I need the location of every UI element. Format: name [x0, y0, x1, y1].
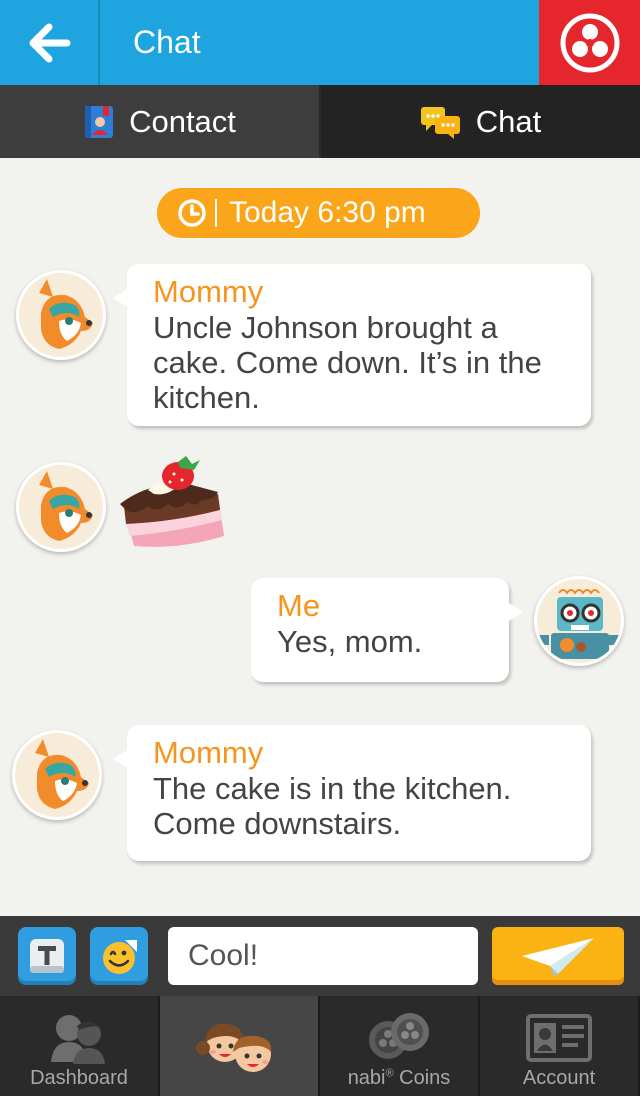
- nav-coins-label: nabi® Coins: [348, 1067, 451, 1090]
- arrow-left-icon: [29, 23, 71, 62]
- nav-dashboard[interactable]: Dashboard: [0, 996, 160, 1096]
- contact-book-icon: [85, 105, 114, 138]
- clock-icon: [178, 199, 206, 227]
- sender-name: Mommy: [153, 735, 264, 770]
- cake-slice-sticker[interactable]: [118, 454, 230, 554]
- deer-avatar[interactable]: [12, 730, 102, 820]
- tab-chat[interactable]: Chat: [321, 85, 640, 158]
- coins-icon: [369, 1013, 429, 1059]
- timestamp-badge: Today 6:30 pm: [157, 188, 480, 238]
- send-button[interactable]: [492, 927, 624, 985]
- tab-chat-label: Chat: [475, 103, 542, 139]
- nav-dashboard-label: Dashboard: [30, 1067, 128, 1089]
- keyboard-t-icon: [30, 939, 64, 973]
- message-text: Yes, mom.: [277, 624, 423, 659]
- message-text: The cake is in the kitchen. Come downsta…: [153, 771, 512, 841]
- sender-name: Me: [277, 588, 321, 623]
- deer-avatar[interactable]: [16, 462, 106, 552]
- kids-icon: [196, 1023, 272, 1072]
- nav-nabi-coins[interactable]: nabi® Coins: [320, 996, 480, 1096]
- keyboard-button[interactable]: [18, 927, 76, 985]
- message-bubble[interactable]: Mommy Uncle Johnson brought a cake. Come…: [113, 264, 591, 426]
- robot-avatar[interactable]: [534, 576, 624, 666]
- emoji-sticker-icon: [103, 940, 137, 974]
- message-bubble[interactable]: Mommy The cake is in the kitchen. Come d…: [113, 725, 591, 861]
- message-input[interactable]: [168, 927, 478, 985]
- timestamp-text: Today 6:30 pm: [229, 196, 426, 229]
- chat-thread[interactable]: Today 6:30 pm Mommy Uncle Johnson brough…: [0, 158, 640, 916]
- parents-icon: [51, 1015, 105, 1064]
- divider: [215, 199, 217, 227]
- id-card-icon: [526, 1014, 592, 1062]
- chat-bubbles-icon: [420, 106, 460, 139]
- deer-avatar[interactable]: [16, 270, 106, 360]
- paper-plane-icon: [522, 938, 594, 976]
- back-button[interactable]: [0, 0, 100, 85]
- message-text: Uncle Johnson brought a cake. Come down.…: [153, 310, 542, 415]
- nabi-fan-icon: [560, 13, 619, 72]
- nav-account[interactable]: Account: [480, 996, 640, 1096]
- page-title: Chat: [133, 24, 201, 60]
- tab-contact-label: Contact: [129, 103, 236, 139]
- tab-contact[interactable]: Contact: [0, 85, 321, 158]
- coins-brand: nabi: [347, 1067, 386, 1089]
- sender-name: Mommy: [153, 274, 264, 309]
- composer-bar: [0, 916, 640, 996]
- bottom-nav: Dashboard nabi® Coins Account: [0, 996, 640, 1096]
- header-bar: Chat: [0, 0, 640, 85]
- nav-kids[interactable]: [160, 996, 320, 1096]
- sticker-button[interactable]: [90, 927, 148, 985]
- nav-account-label: Account: [522, 1067, 596, 1089]
- message-bubble[interactable]: Me Yes, mom.: [251, 578, 523, 682]
- registered-mark: ®: [385, 1067, 394, 1080]
- tab-bar: Contact Chat: [0, 85, 640, 158]
- nabi-app-button[interactable]: [539, 0, 640, 85]
- coins-suffix: Coins: [393, 1067, 451, 1089]
